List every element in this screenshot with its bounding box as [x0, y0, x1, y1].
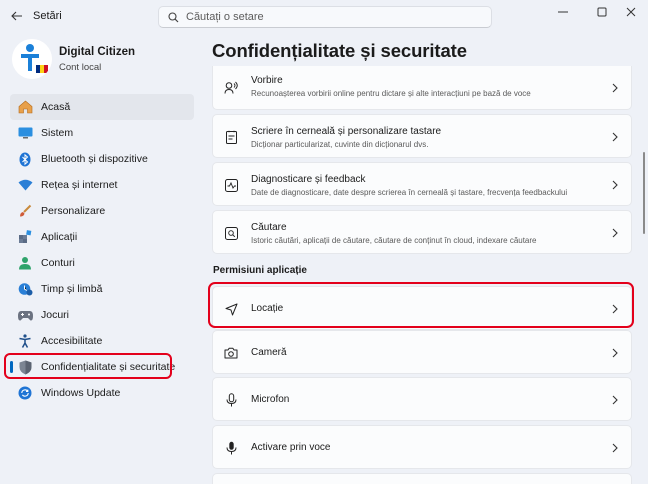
setting-card-next[interactable] — [212, 473, 632, 484]
card-description: Date de diagnosticare, date despre scrie… — [251, 188, 568, 197]
search-permissions-icon — [223, 225, 239, 241]
setting-card-speech[interactable]: Vorbire Recunoașterea vorbirii online pe… — [212, 66, 632, 110]
setting-card-diagnostics[interactable]: Diagnosticare și feedback Date de diagno… — [212, 162, 632, 206]
maximize-button[interactable] — [590, 4, 614, 20]
card-title: Căutare — [251, 222, 287, 233]
windows-update-icon — [17, 385, 33, 401]
sidebar-item-system[interactable]: Sistem — [10, 120, 194, 146]
minimize-icon — [558, 11, 568, 13]
sidebar-item-label: Sistem — [41, 127, 74, 139]
sidebar-item-time-language[interactable]: Timp și limbă — [10, 276, 194, 302]
chevron-right-icon — [611, 180, 619, 190]
sidebar-item-label: Rețea și internet — [41, 179, 118, 191]
chevron-right-icon — [611, 132, 619, 142]
time-language-icon — [17, 281, 33, 297]
diagnostics-icon — [223, 177, 239, 193]
card-title: Cameră — [251, 347, 287, 358]
sidebar-item-home[interactable]: Acasă — [10, 94, 194, 120]
voice-activation-icon — [223, 440, 239, 456]
brush-icon — [17, 203, 33, 219]
maximize-icon — [597, 7, 607, 17]
sidebar-item-label: Bluetooth și dispozitive — [41, 153, 148, 165]
digital-citizen-logo — [12, 39, 52, 79]
setting-card-search-permissions[interactable]: Căutare Istoric căutări, aplicații de că… — [212, 210, 632, 254]
chevron-right-icon — [611, 395, 619, 405]
section-heading-app-permissions: Permisiuni aplicație — [213, 265, 307, 276]
speech-icon — [223, 80, 239, 96]
card-description: Recunoașterea vorbirii online pentru dic… — [251, 89, 531, 98]
avatar[interactable] — [12, 39, 52, 79]
sidebar-item-label: Aplicații — [41, 231, 78, 243]
sidebar-item-personalization[interactable]: Personalizare — [10, 198, 194, 224]
highlight-box-location — [208, 282, 634, 328]
card-title: Activare prin voce — [251, 442, 331, 453]
sidebar-item-apps[interactable]: Aplicații — [10, 224, 194, 250]
sidebar-item-label: Acasă — [41, 101, 71, 113]
sidebar-item-label: Timp și limbă — [41, 283, 103, 295]
chevron-right-icon — [611, 443, 619, 453]
setting-card-voice-activation[interactable]: Activare prin voce — [212, 425, 632, 469]
microphone-icon — [223, 392, 239, 408]
apps-icon — [17, 229, 33, 245]
sidebar-item-accounts[interactable]: Conturi — [10, 250, 194, 276]
system-icon — [17, 125, 33, 141]
highlight-box-privacy — [4, 353, 172, 379]
search-input[interactable] — [186, 11, 466, 23]
sidebar-item-network[interactable]: Rețea și internet — [10, 172, 194, 198]
setting-card-camera[interactable]: Cameră — [212, 330, 632, 374]
settings-list: Vorbire Recunoașterea vorbirii online pe… — [212, 66, 632, 484]
chevron-right-icon — [611, 83, 619, 93]
sidebar-item-bluetooth[interactable]: Bluetooth și dispozitive — [10, 146, 194, 172]
card-title: Scriere în cerneală și personalizare tas… — [251, 126, 442, 137]
setting-card-inking-typing[interactable]: Scriere în cerneală și personalizare tas… — [212, 114, 632, 158]
accounts-icon — [17, 255, 33, 271]
search-box[interactable] — [158, 6, 492, 28]
profile-account-type: Cont local — [59, 62, 102, 73]
wifi-icon — [17, 177, 33, 193]
gaming-icon — [17, 307, 33, 323]
title-bar: Setări — [0, 0, 648, 34]
inking-icon — [223, 129, 239, 145]
bluetooth-icon — [17, 151, 33, 167]
card-title: Vorbire — [251, 75, 283, 86]
accessibility-icon — [17, 333, 33, 349]
scrollbar[interactable] — [643, 152, 645, 234]
setting-card-microphone[interactable]: Microfon — [212, 377, 632, 421]
home-icon — [17, 99, 33, 115]
sidebar-item-windows-update[interactable]: Windows Update — [10, 380, 194, 406]
sidebar-item-label: Conturi — [41, 257, 75, 269]
chevron-right-icon — [611, 348, 619, 358]
back-arrow-icon — [11, 11, 22, 21]
search-icon — [168, 11, 179, 22]
sidebar-item-label: Jocuri — [41, 309, 70, 321]
sidebar-item-label: Windows Update — [41, 387, 121, 399]
close-icon — [626, 7, 636, 17]
card-description: Dicționar particularizat, cuvinte din di… — [251, 140, 429, 149]
card-description: Istoric căutări, aplicații de căutare, c… — [251, 236, 537, 245]
minimize-button[interactable] — [551, 4, 575, 20]
card-title: Diagnosticare și feedback — [251, 174, 366, 185]
profile-name: Digital Citizen — [59, 46, 136, 58]
card-title: Microfon — [251, 394, 290, 405]
page-title: Confidențialitate și securitate — [212, 40, 467, 61]
close-button[interactable] — [619, 4, 643, 20]
camera-icon — [223, 345, 239, 361]
sidebar-item-accessibility[interactable]: Accesibilitate — [10, 328, 194, 354]
sidebar-item-gaming[interactable]: Jocuri — [10, 302, 194, 328]
sidebar-item-label: Personalizare — [41, 205, 106, 217]
app-title: Setări — [33, 10, 62, 22]
chevron-right-icon — [611, 228, 619, 238]
back-button[interactable] — [6, 6, 28, 26]
sidebar-item-label: Accesibilitate — [41, 335, 103, 347]
